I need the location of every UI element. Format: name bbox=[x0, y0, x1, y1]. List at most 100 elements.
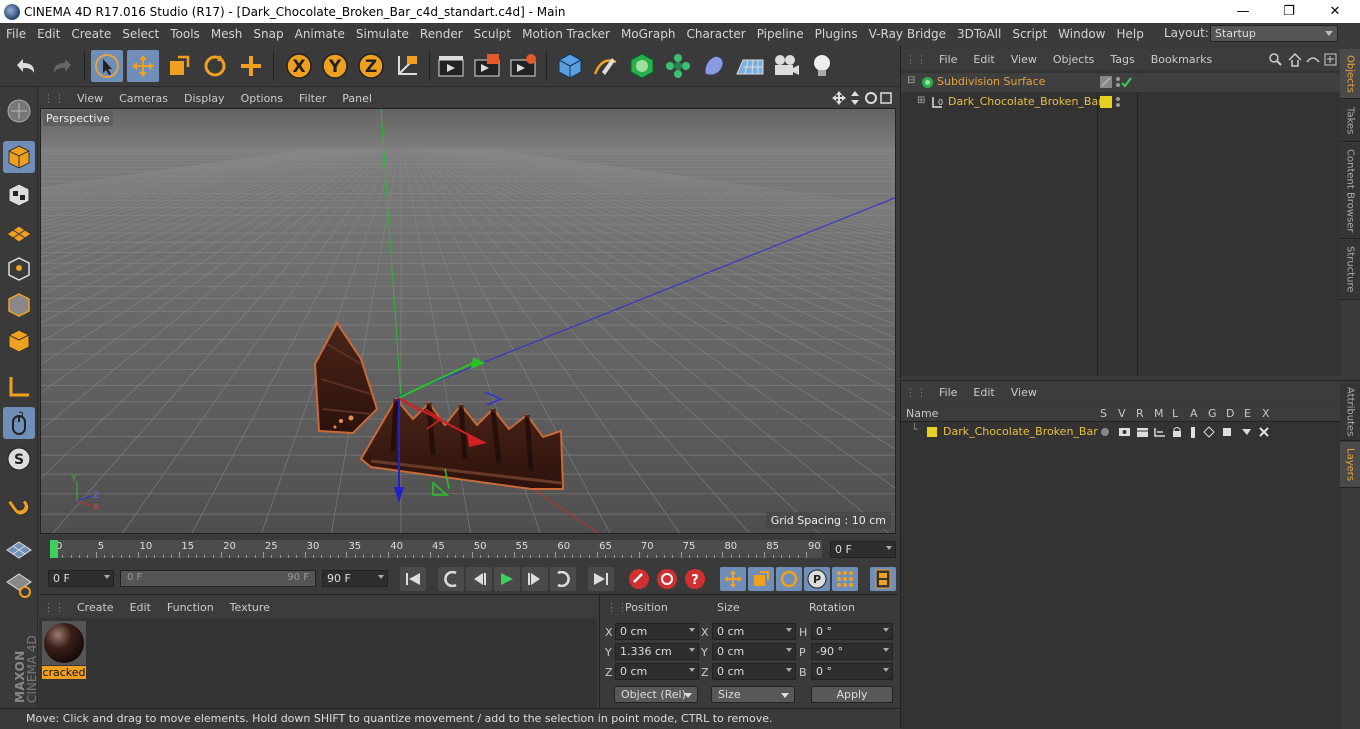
end-frame-field[interactable]: 90 F bbox=[322, 570, 388, 587]
material-menu-create[interactable]: Create bbox=[69, 601, 122, 614]
key-pla-button[interactable] bbox=[832, 567, 858, 591]
menu-sculpt[interactable]: Sculpt bbox=[468, 27, 516, 41]
collapse-icon[interactable]: ⊟ bbox=[907, 75, 915, 86]
layer-menu-edit[interactable]: Edit bbox=[965, 386, 1002, 399]
menu-create[interactable]: Create bbox=[65, 27, 116, 41]
key-rotation-button[interactable] bbox=[776, 567, 802, 591]
x-axis-lock-button[interactable]: X bbox=[283, 50, 315, 82]
object-menu-tags[interactable]: Tags bbox=[1102, 53, 1142, 66]
object-menu-edit[interactable]: Edit bbox=[965, 53, 1002, 66]
menu-animate[interactable]: Animate bbox=[289, 27, 350, 41]
workplane-mode-button[interactable] bbox=[3, 215, 35, 247]
menu-edit[interactable]: Edit bbox=[31, 27, 65, 41]
viewport-perspective[interactable]: Y Z X Perspective Grid Spacing : 10 cm bbox=[40, 108, 896, 534]
axis-mode-button[interactable] bbox=[3, 371, 35, 403]
menu-select[interactable]: Select bbox=[116, 27, 164, 41]
timeline-window-button[interactable] bbox=[870, 567, 896, 591]
coordinate-system-button[interactable] bbox=[391, 50, 423, 82]
menu-render[interactable]: Render bbox=[414, 27, 468, 41]
add-generator-button[interactable] bbox=[626, 50, 658, 82]
apply-button[interactable]: Apply bbox=[811, 686, 893, 703]
object-menu-view[interactable]: View bbox=[1003, 53, 1045, 66]
menu-3dtoall[interactable]: 3DToAll bbox=[951, 27, 1006, 41]
play-button[interactable] bbox=[494, 567, 520, 591]
rotation-b-field[interactable]: 0 ° bbox=[811, 663, 893, 680]
size-x-field[interactable]: 0 cm bbox=[712, 623, 796, 640]
viewport-nav-icons[interactable] bbox=[831, 90, 893, 106]
magnet-button[interactable] bbox=[3, 489, 35, 521]
minimize-button[interactable]: — bbox=[1220, 0, 1266, 23]
tab-content-browser[interactable]: Content Browser bbox=[1340, 143, 1360, 239]
object-menu-bookmarks[interactable]: Bookmarks bbox=[1143, 53, 1220, 66]
layer-menu-view[interactable]: View bbox=[1003, 386, 1045, 399]
menu-file[interactable]: File bbox=[0, 27, 31, 41]
viewport-menu-display[interactable]: Display bbox=[176, 92, 233, 105]
menu-mesh[interactable]: Mesh bbox=[205, 27, 248, 41]
material-menu-function[interactable]: Function bbox=[159, 601, 222, 614]
menu-window[interactable]: Window bbox=[1052, 27, 1110, 41]
rotation-p-field[interactable]: -90 ° bbox=[811, 643, 893, 660]
next-key-button[interactable] bbox=[550, 567, 576, 591]
material-menu-edit[interactable]: Edit bbox=[122, 601, 159, 614]
rotation-h-field[interactable]: 0 ° bbox=[811, 623, 893, 640]
tab-attributes[interactable]: Attributes bbox=[1340, 383, 1360, 441]
viewport-menu-cameras[interactable]: Cameras bbox=[111, 92, 176, 105]
tab-objects[interactable]: Objects bbox=[1340, 49, 1360, 99]
object-name-chocolate-bar[interactable]: Dark_Chocolate_Broken_Bar bbox=[948, 95, 1103, 108]
points-mode-button[interactable] bbox=[3, 253, 35, 285]
tweak-mode-button[interactable] bbox=[3, 407, 35, 439]
expand-icon[interactable]: ⊞ bbox=[917, 95, 925, 106]
next-frame-button[interactable] bbox=[522, 567, 548, 591]
live-selection-button[interactable] bbox=[91, 50, 123, 82]
current-frame-field[interactable]: 0 F bbox=[830, 541, 896, 558]
add-deformer-button[interactable] bbox=[698, 50, 730, 82]
size-z-field[interactable]: 0 cm bbox=[712, 663, 796, 680]
object-row-subdivision-surface[interactable]: ⊟ Subdivision Surface bbox=[901, 73, 1341, 92]
menu-pipeline[interactable]: Pipeline bbox=[751, 27, 809, 41]
size-y-field[interactable]: 0 cm bbox=[712, 643, 796, 660]
undo-button[interactable] bbox=[10, 50, 42, 82]
close-button[interactable]: ✕ bbox=[1312, 0, 1358, 23]
object-menu-objects[interactable]: Objects bbox=[1045, 53, 1103, 66]
position-z-field[interactable]: 0 cm bbox=[615, 663, 699, 680]
position-x-field[interactable]: 0 cm bbox=[615, 623, 699, 640]
menu-motion-tracker[interactable]: Motion Tracker bbox=[516, 27, 615, 41]
position-y-field[interactable]: 1.336 cm bbox=[615, 643, 699, 660]
material-name-label[interactable]: cracked bbox=[42, 666, 86, 679]
goto-end-button[interactable] bbox=[588, 567, 614, 591]
workplane-align-button[interactable] bbox=[3, 569, 35, 601]
menu-script[interactable]: Script bbox=[1006, 27, 1052, 41]
scale-tool-button[interactable] bbox=[163, 50, 195, 82]
viewport-menu-view[interactable]: View bbox=[69, 92, 111, 105]
add-camera-button[interactable] bbox=[770, 50, 802, 82]
menu-snap[interactable]: Snap bbox=[247, 27, 288, 41]
size-mode-select[interactable]: Size bbox=[711, 686, 795, 703]
viewport-menu-panel[interactable]: Panel bbox=[334, 92, 380, 105]
key-scale-button[interactable] bbox=[748, 567, 774, 591]
add-spline-button[interactable] bbox=[590, 50, 622, 82]
snap-button[interactable]: S bbox=[3, 443, 35, 475]
workplane-lock-button[interactable] bbox=[3, 533, 35, 565]
rotate-tool-button[interactable] bbox=[199, 50, 231, 82]
menu-simulate[interactable]: Simulate bbox=[350, 27, 414, 41]
add-floor-button[interactable] bbox=[734, 50, 766, 82]
move-tool-button[interactable] bbox=[127, 50, 159, 82]
timeline-ruler[interactable]: 0 5 10 15 20 25 30 35 40 45 50 55 60 65 70 75 80 85 90 0 F bbox=[40, 536, 898, 562]
frame-range-slider[interactable]: 0 F 90 F bbox=[120, 570, 316, 587]
object-menu-file[interactable]: File bbox=[931, 53, 965, 66]
layout-select[interactable]: Startup bbox=[1210, 25, 1338, 42]
timeline-track[interactable]: 0 5 10 15 20 25 30 35 40 45 50 55 60 65 70 75 80 85 90 bbox=[50, 540, 822, 558]
material-menu-texture[interactable]: Texture bbox=[222, 601, 278, 614]
add-cube-button[interactable] bbox=[554, 50, 586, 82]
menu-help[interactable]: Help bbox=[1110, 27, 1148, 41]
texture-mode-button[interactable] bbox=[3, 179, 35, 211]
menu-vray-bridge[interactable]: V-Ray Bridge bbox=[863, 27, 951, 41]
model-mode-button[interactable] bbox=[3, 141, 35, 173]
y-axis-lock-button[interactable]: Y bbox=[319, 50, 351, 82]
make-editable-button[interactable] bbox=[3, 95, 35, 127]
z-axis-lock-button[interactable]: Z bbox=[355, 50, 387, 82]
render-region-button[interactable] bbox=[472, 50, 504, 82]
layer-row-chocolate-bar[interactable]: └ Dark_Chocolate_Broken_Bar bbox=[901, 423, 1341, 441]
layer-menu-file[interactable]: File bbox=[931, 386, 965, 399]
viewport-menu-options[interactable]: Options bbox=[233, 92, 291, 105]
